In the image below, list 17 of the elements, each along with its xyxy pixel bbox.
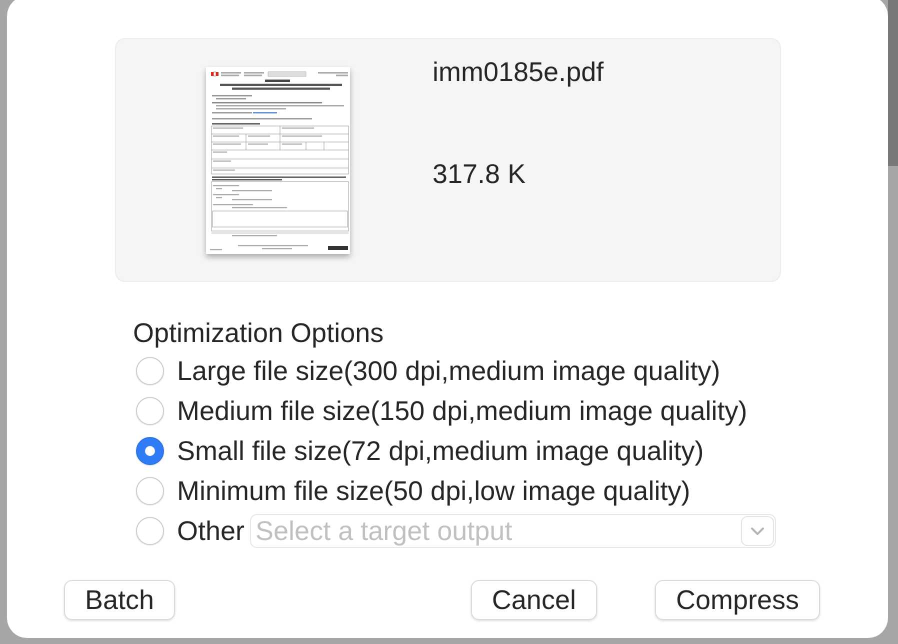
dialog-button[interactable]: Compress (654, 580, 820, 620)
chevron-down-icon (740, 516, 774, 546)
radio-button[interactable] (136, 357, 164, 385)
radio-button[interactable] (136, 517, 164, 545)
radio-label: Small file size(72 dpi,medium image quality) (177, 435, 704, 467)
radio-button[interactable] (136, 397, 164, 425)
section-title: Optimization Options (133, 317, 384, 349)
radio-label: Large file size(300 dpi,medium image quality) (177, 355, 720, 387)
radio-button[interactable] (136, 477, 164, 505)
file-size: 317.8 K (432, 159, 526, 189)
radio-label: Medium file size(150 dpi,medium image quality) (177, 395, 748, 427)
radio-label: Minimum file size(50 dpi,low image quality) (177, 475, 690, 507)
file-name: imm0185e.pdf (432, 57, 604, 87)
radio-button[interactable] (136, 437, 164, 465)
dialog-button[interactable]: Cancel (470, 580, 597, 620)
dialog-button[interactable]: Batch (64, 580, 176, 620)
radio-label: Other (177, 515, 245, 547)
